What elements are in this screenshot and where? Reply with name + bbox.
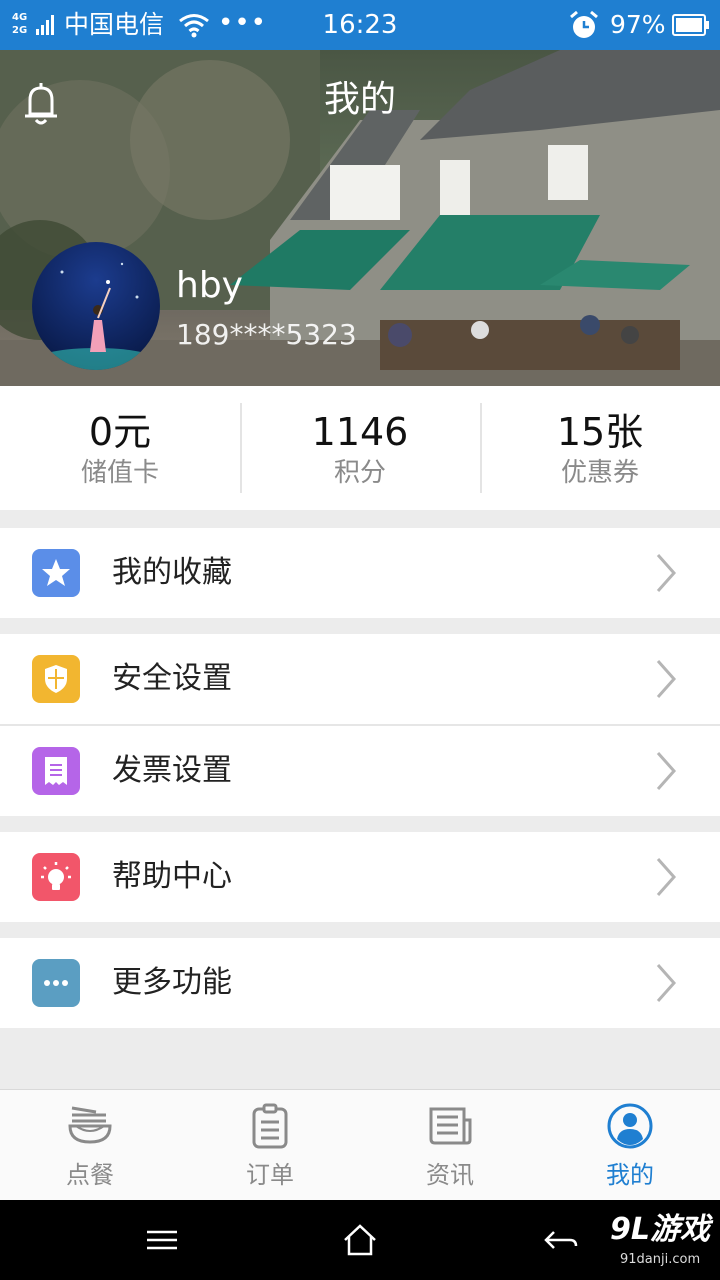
watermark-site: 91danji.com [620, 1252, 701, 1267]
back-icon[interactable] [540, 1220, 580, 1260]
menu-item-label: 安全设置 [112, 661, 232, 696]
stat-value: 1146 [311, 410, 409, 454]
tab-label: 点餐 [66, 1161, 114, 1189]
avatar[interactable] [32, 242, 160, 370]
stat-value: 15张 [556, 410, 644, 454]
stat-label: 储值卡 [80, 458, 159, 488]
menu-item-favorites[interactable]: 我的收藏 [0, 528, 720, 618]
chevron-right-icon [656, 660, 677, 698]
page-title: 我的 [323, 79, 396, 120]
menu-icon[interactable] [142, 1220, 182, 1260]
account-stats: 0元 储值卡 1146 积分 15张 优惠券 [0, 386, 720, 510]
clipboard-icon [252, 1103, 288, 1149]
chevron-right-icon [656, 858, 677, 896]
menu-item-label: 更多功能 [112, 965, 232, 1000]
menu-item-security[interactable]: 安全设置 [0, 634, 720, 724]
home-icon[interactable] [340, 1220, 380, 1260]
tab-news[interactable]: 资讯 [360, 1090, 540, 1200]
noodle-bowl-icon [68, 1106, 112, 1144]
tab-order-food[interactable]: 点餐 [0, 1090, 180, 1200]
menu-item-label: 发票设置 [112, 753, 232, 788]
tab-orders[interactable]: 订单 [180, 1090, 360, 1200]
stat-label: 优惠券 [560, 458, 639, 488]
lightbulb-icon [32, 853, 80, 901]
shield-icon [32, 655, 80, 703]
stat-label: 积分 [333, 458, 386, 488]
battery-percent: 97% [610, 10, 666, 39]
menu-item-invoice[interactable]: 发票设置 [0, 726, 720, 816]
newspaper-icon [429, 1107, 472, 1145]
receipt-icon [32, 747, 80, 795]
tab-label: 订单 [246, 1161, 294, 1189]
phone-number: 189****5323 [176, 318, 357, 351]
menu-item-more-features[interactable]: 更多功能 [0, 938, 720, 1028]
stat-value: 0元 [88, 410, 152, 454]
bottom-tab-bar: 点餐 订单 资讯 我的 [0, 1089, 720, 1200]
chevron-right-icon [656, 752, 677, 790]
tab-label: 我的 [606, 1161, 654, 1189]
stat-points[interactable]: 1146 积分 [240, 386, 480, 510]
alarm-icon [570, 10, 598, 38]
menu-item-help-center[interactable]: 帮助中心 [0, 832, 720, 922]
stat-coupons[interactable]: 15张 优惠券 [480, 386, 720, 510]
more-icon [32, 959, 80, 1007]
system-navigation-bar: 9L游戏 91danji.com [0, 1200, 720, 1280]
tab-mine[interactable]: 我的 [540, 1090, 720, 1200]
profile-header: 我的 hby 189****5323 [0, 50, 720, 386]
username: hby [176, 265, 243, 306]
chevron-right-icon [656, 964, 677, 1002]
battery-icon [672, 14, 709, 36]
stat-stored-value-card[interactable]: 0元 储值卡 [0, 386, 240, 510]
menu-item-label: 帮助中心 [112, 859, 232, 894]
status-bar: 4G 2G 中国电信 ••• 16:23 97% [0, 0, 720, 50]
chevron-right-icon [656, 554, 677, 592]
tab-label: 资讯 [426, 1161, 474, 1189]
watermark-brand: 9L游戏 [610, 1212, 710, 1247]
user-icon [607, 1103, 653, 1149]
menu-item-label: 我的收藏 [112, 555, 232, 590]
star-icon [32, 549, 80, 597]
